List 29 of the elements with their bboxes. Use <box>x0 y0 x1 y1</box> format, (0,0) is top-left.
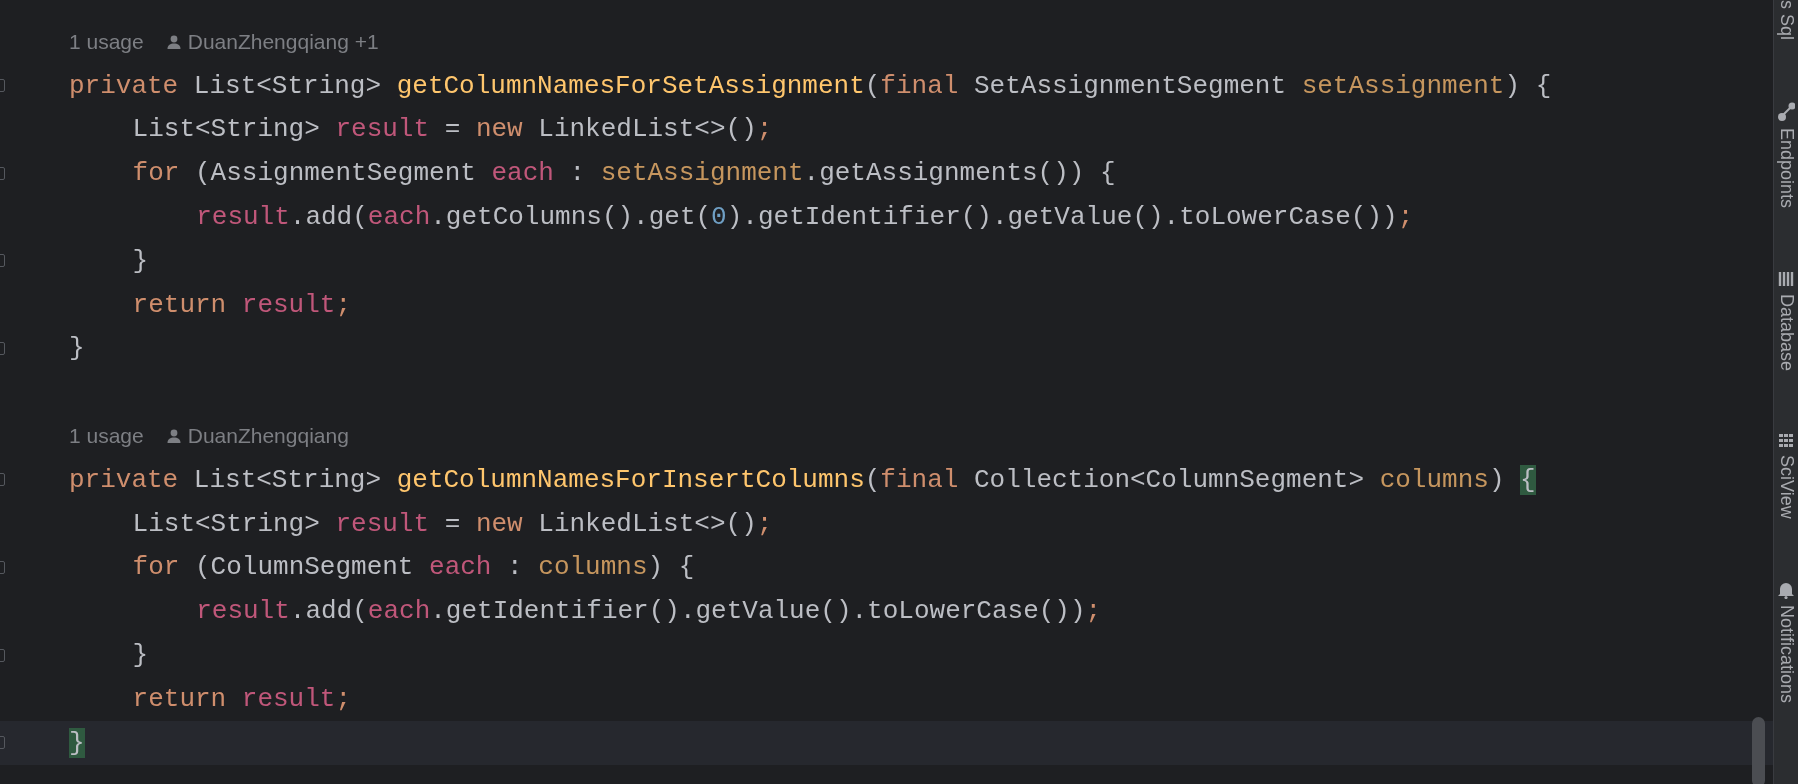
grid-icon <box>1778 433 1794 450</box>
code-line: List<String> result = new LinkedList<>(); <box>132 508 773 539</box>
code-line: return result; <box>132 683 352 714</box>
usages-hint[interactable]: 1 usage <box>69 424 144 449</box>
code-line: result.add(each.getColumns().get(0).getIdentifier().getValue().toLowerCase()); <box>196 202 1414 233</box>
tool-window-button[interactable]: s Sql <box>1775 0 1797 41</box>
code-line: private List<String> getColumnNamesForInsertColumns(final Collection<ColumnSegment> columns) { <box>69 464 1536 495</box>
code-line: return result; <box>132 289 352 320</box>
usages-hint[interactable]: 1 usage <box>69 29 144 54</box>
node-graph-icon <box>1777 102 1795 123</box>
code-line: private List<String> getColumnNamesForSetAssignment(final SetAssignmentSegment setAssignment) { <box>69 70 1552 101</box>
code-line: } <box>132 245 149 276</box>
person-icon <box>165 428 182 445</box>
tool-window-button[interactable]: Database <box>1775 270 1797 372</box>
scrollbar-thumb[interactable] <box>1752 717 1765 784</box>
code-line: result.add(each.getIdentifier().getValue().toLowerCase()); <box>196 596 1102 627</box>
tool-window-button[interactable]: Endpoints <box>1775 102 1797 209</box>
database-icon <box>1778 270 1794 289</box>
code-line: } <box>69 333 85 364</box>
code-line: } <box>132 640 149 671</box>
author-hint[interactable]: DuanZhengqiang +1 <box>187 29 379 54</box>
tool-window-button[interactable]: Notifications <box>1775 580 1797 703</box>
code-line: List<String> result = new LinkedList<>(); <box>132 114 773 145</box>
bell-icon <box>1777 580 1795 599</box>
tool-window-button[interactable]: SciView <box>1775 433 1797 519</box>
person-icon <box>165 33 182 50</box>
code-line: for (AssignmentSegment each : setAssignment.getAssignments()) { <box>132 158 1116 189</box>
author-hint[interactable]: DuanZhengqiang <box>187 424 349 449</box>
code-line: for (ColumnSegment each : columns) { <box>132 552 695 583</box>
